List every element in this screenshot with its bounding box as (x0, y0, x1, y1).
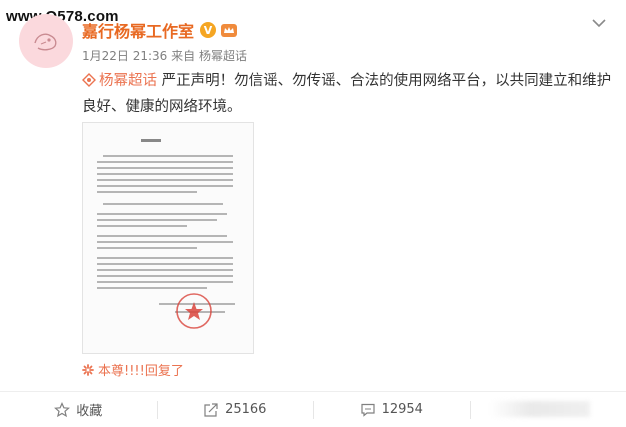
avatar-logo-icon (31, 29, 61, 53)
favorite-button[interactable]: 收藏 (0, 392, 157, 427)
author-name[interactable]: 嘉行杨幂工作室 (82, 18, 194, 42)
reply-text: 本尊!!!!回复了 (98, 360, 184, 379)
post-timestamp[interactable]: 1月22日 21:36 (82, 49, 167, 63)
source-prefix: 来自 (171, 49, 195, 63)
topic-link[interactable]: 杨幂超话 (82, 73, 157, 89)
chevron-down-icon (592, 19, 606, 28)
share-button[interactable]: 25166 (157, 392, 314, 427)
more-options-button[interactable] (590, 14, 608, 32)
topic-label: 杨幂超话 (99, 73, 157, 89)
like-area-blur (490, 401, 590, 417)
post-source[interactable]: 杨幂超话 (199, 49, 247, 63)
post-meta: 1月22日 21:36 来自 杨幂超话 (82, 47, 247, 64)
share-icon (203, 402, 219, 418)
topic-diamond-icon (82, 73, 96, 87)
attached-statement-image[interactable] (82, 122, 254, 354)
verified-badge-icon: V (200, 22, 216, 38)
author-name-row[interactable]: 嘉行杨幂工作室 V (82, 18, 238, 42)
avatar[interactable] (19, 14, 73, 68)
sparkle-icon (82, 364, 94, 376)
crown-icon (220, 22, 238, 38)
post-text: 严正声明！勿信谣、勿传谣、合法的使用网络平台，以共同建立和维护良好、健康的网络环… (82, 73, 611, 115)
statement-document-image (83, 123, 253, 353)
comment-icon (360, 402, 376, 418)
share-count: 25166 (225, 402, 266, 417)
comment-count: 12954 (382, 402, 423, 417)
comment-button[interactable]: 12954 (313, 392, 470, 427)
post-content: 杨幂超话 严正声明！勿信谣、勿传谣、合法的使用网络平台，以共同建立和维护良好、健… (82, 68, 612, 120)
reply-indicator[interactable]: 本尊!!!!回复了 (82, 360, 184, 379)
favorite-label: 收藏 (76, 400, 102, 419)
star-icon (54, 402, 70, 418)
